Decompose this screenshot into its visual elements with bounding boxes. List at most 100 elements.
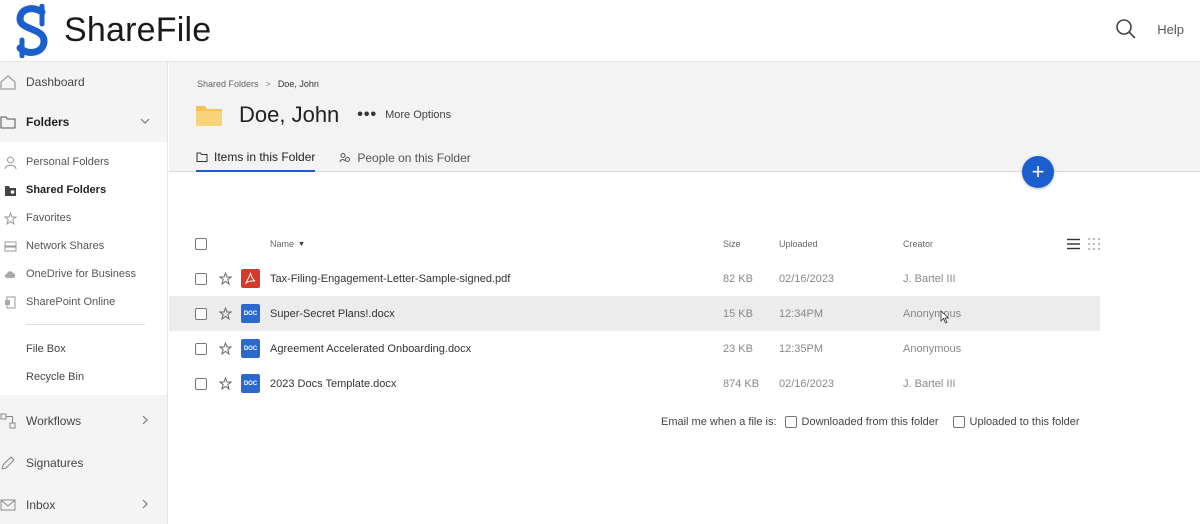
people-icon: [339, 153, 351, 163]
sidebar-item-label: Network Shares: [26, 240, 105, 252]
sidebar-item-label: Folders: [26, 115, 70, 129]
doc-file-icon: DOC: [241, 304, 260, 323]
file-name[interactable]: Agreement Accelerated Onboarding.docx: [270, 331, 471, 366]
sharefile-logo[interactable]: ShareFile: [12, 3, 212, 58]
email-notification-options: Email me when a file is: Downloaded from…: [661, 416, 1080, 428]
sidebar-divider: [26, 324, 145, 325]
grid-view-icon[interactable]: [1088, 238, 1100, 250]
server-icon: [4, 241, 17, 251]
column-header-size[interactable]: Size: [723, 230, 741, 258]
uploaded-label[interactable]: Uploaded to this folder: [970, 416, 1080, 428]
uploaded-checkbox[interactable]: [952, 416, 965, 428]
sidebar-item-personal-folders[interactable]: Personal Folders: [0, 148, 167, 176]
sidebar-item-signatures[interactable]: Signatures: [0, 443, 167, 483]
table-row[interactable]: DOC 2023 Docs Template.docx 874 KB 02/16…: [169, 366, 1100, 401]
star-icon[interactable]: [219, 377, 232, 390]
chevron-right-icon[interactable]: [139, 498, 151, 510]
sidebar-item-folders[interactable]: Folders: [0, 102, 167, 142]
star-icon[interactable]: [219, 342, 232, 355]
sidebar-item-label: OneDrive for Business: [26, 268, 137, 280]
column-label: Name: [270, 239, 295, 249]
file-uploaded: 12:35PM: [779, 342, 824, 355]
row-checkbox[interactable]: [195, 307, 207, 320]
file-creator: Anonymous: [903, 342, 962, 355]
folder-header: Shared Folders > Doe, John Doe, John •••…: [169, 62, 1200, 172]
table-row[interactable]: DOC Super-Secret Plans!.docx 15 KB 12:34…: [169, 296, 1100, 331]
sidebar-item-network-shares[interactable]: Network Shares: [0, 232, 167, 260]
sidebar-item-label: Favorites: [26, 212, 72, 224]
file-size: 15 KB: [723, 307, 753, 320]
list-view-icon[interactable]: [1067, 238, 1080, 250]
star-icon[interactable]: [219, 272, 232, 285]
sidebar-item-dashboard[interactable]: Dashboard: [0, 62, 167, 102]
row-checkbox[interactable]: [195, 272, 207, 285]
folders-submenu: Personal Folders Shared Folders Favorite…: [0, 142, 167, 395]
workflow-icon: [0, 413, 16, 429]
tab-people-on-folder[interactable]: People on this Folder: [339, 150, 471, 172]
brand-name: ShareFile: [64, 11, 212, 49]
cloud-icon: [4, 270, 16, 278]
breadcrumb: Shared Folders > Doe, John: [197, 79, 319, 89]
select-all-checkbox[interactable]: [195, 238, 207, 250]
tab-label: People on this Folder: [357, 151, 471, 165]
file-creator: J. Bartel III: [903, 377, 956, 390]
sidebar-item-onedrive[interactable]: OneDrive for Business: [0, 260, 167, 288]
breadcrumb-separator: >: [265, 79, 271, 89]
acrobat-icon: [244, 272, 256, 285]
breadcrumb-parent[interactable]: Shared Folders: [197, 79, 259, 89]
main-content: Shared Folders > Doe, John Doe, John •••…: [169, 62, 1200, 524]
more-dots-icon: •••: [357, 106, 378, 123]
file-uploaded: 12:34PM: [779, 307, 824, 320]
file-name[interactable]: Tax-Filing-Engagement-Letter-Sample-sign…: [270, 261, 510, 296]
column-header-name[interactable]: Name ▼: [270, 230, 305, 258]
row-checkbox[interactable]: [195, 377, 207, 390]
tab-items-in-folder[interactable]: Items in this Folder: [196, 150, 316, 172]
file-uploaded: 02/16/2023: [779, 377, 835, 390]
sidebar-item-label: Inbox: [26, 498, 56, 512]
sidebar-item-favorites[interactable]: Favorites: [0, 204, 167, 232]
mouse-pointer-icon: [940, 310, 950, 324]
sidebar-item-label: Shared Folders: [26, 184, 107, 196]
pen-icon: [1, 456, 15, 470]
star-icon[interactable]: [219, 307, 232, 320]
downloaded-label[interactable]: Downloaded from this folder: [802, 416, 939, 428]
folder-icon: [196, 106, 222, 126]
pdf-file-icon: [241, 269, 260, 288]
doc-file-icon: DOC: [241, 374, 260, 393]
column-header-uploaded[interactable]: Uploaded: [779, 230, 818, 258]
home-icon: [0, 75, 16, 90]
more-options-button[interactable]: ••• More Options: [357, 106, 451, 124]
tab-label: Items in this Folder: [214, 150, 316, 164]
sidebar-item-sharepoint[interactable]: SharePoint Online: [0, 288, 167, 316]
chevron-right-icon[interactable]: [139, 414, 151, 426]
add-button[interactable]: +: [1022, 156, 1054, 188]
file-creator: J. Bartel III: [903, 272, 956, 285]
column-header-creator[interactable]: Creator: [903, 230, 933, 258]
sidebar-item-file-box[interactable]: File Box: [0, 335, 167, 363]
file-size: 23 KB: [723, 342, 753, 355]
person-icon: [4, 156, 17, 169]
search-icon[interactable]: [1115, 18, 1137, 40]
file-name[interactable]: 2023 Docs Template.docx: [270, 366, 396, 401]
table-row[interactable]: DOC Agreement Accelerated Onboarding.doc…: [169, 331, 1100, 366]
doc-file-icon: DOC: [241, 339, 260, 358]
file-uploaded: 02/16/2023: [779, 272, 835, 285]
sidebar-item-label: Workflows: [26, 414, 82, 428]
help-link[interactable]: Help: [1157, 22, 1184, 37]
sidebar-item-label: SharePoint Online: [26, 296, 116, 308]
file-table-header: Name ▼ Size Uploaded Creator: [169, 230, 1100, 258]
table-row[interactable]: Tax-Filing-Engagement-Letter-Sample-sign…: [169, 261, 1100, 296]
envelope-icon: [0, 499, 16, 511]
sidebar-item-workflows[interactable]: Workflows: [0, 401, 167, 441]
sidebar-item-inbox[interactable]: Inbox: [0, 485, 167, 524]
sidebar-item-recycle-bin[interactable]: Recycle Bin: [0, 363, 167, 391]
page-title: Doe, John: [239, 102, 340, 127]
downloaded-checkbox[interactable]: [784, 416, 797, 428]
chevron-down-icon[interactable]: [139, 115, 151, 127]
file-name[interactable]: Super-Secret Plans!.docx: [270, 296, 395, 331]
row-checkbox[interactable]: [195, 342, 207, 355]
sidebar-item-shared-folders[interactable]: Shared Folders: [0, 176, 167, 204]
sharepoint-icon: [5, 296, 16, 308]
sort-desc-icon: ▼: [298, 240, 305, 248]
sidebar-item-label: Personal Folders: [26, 156, 110, 168]
